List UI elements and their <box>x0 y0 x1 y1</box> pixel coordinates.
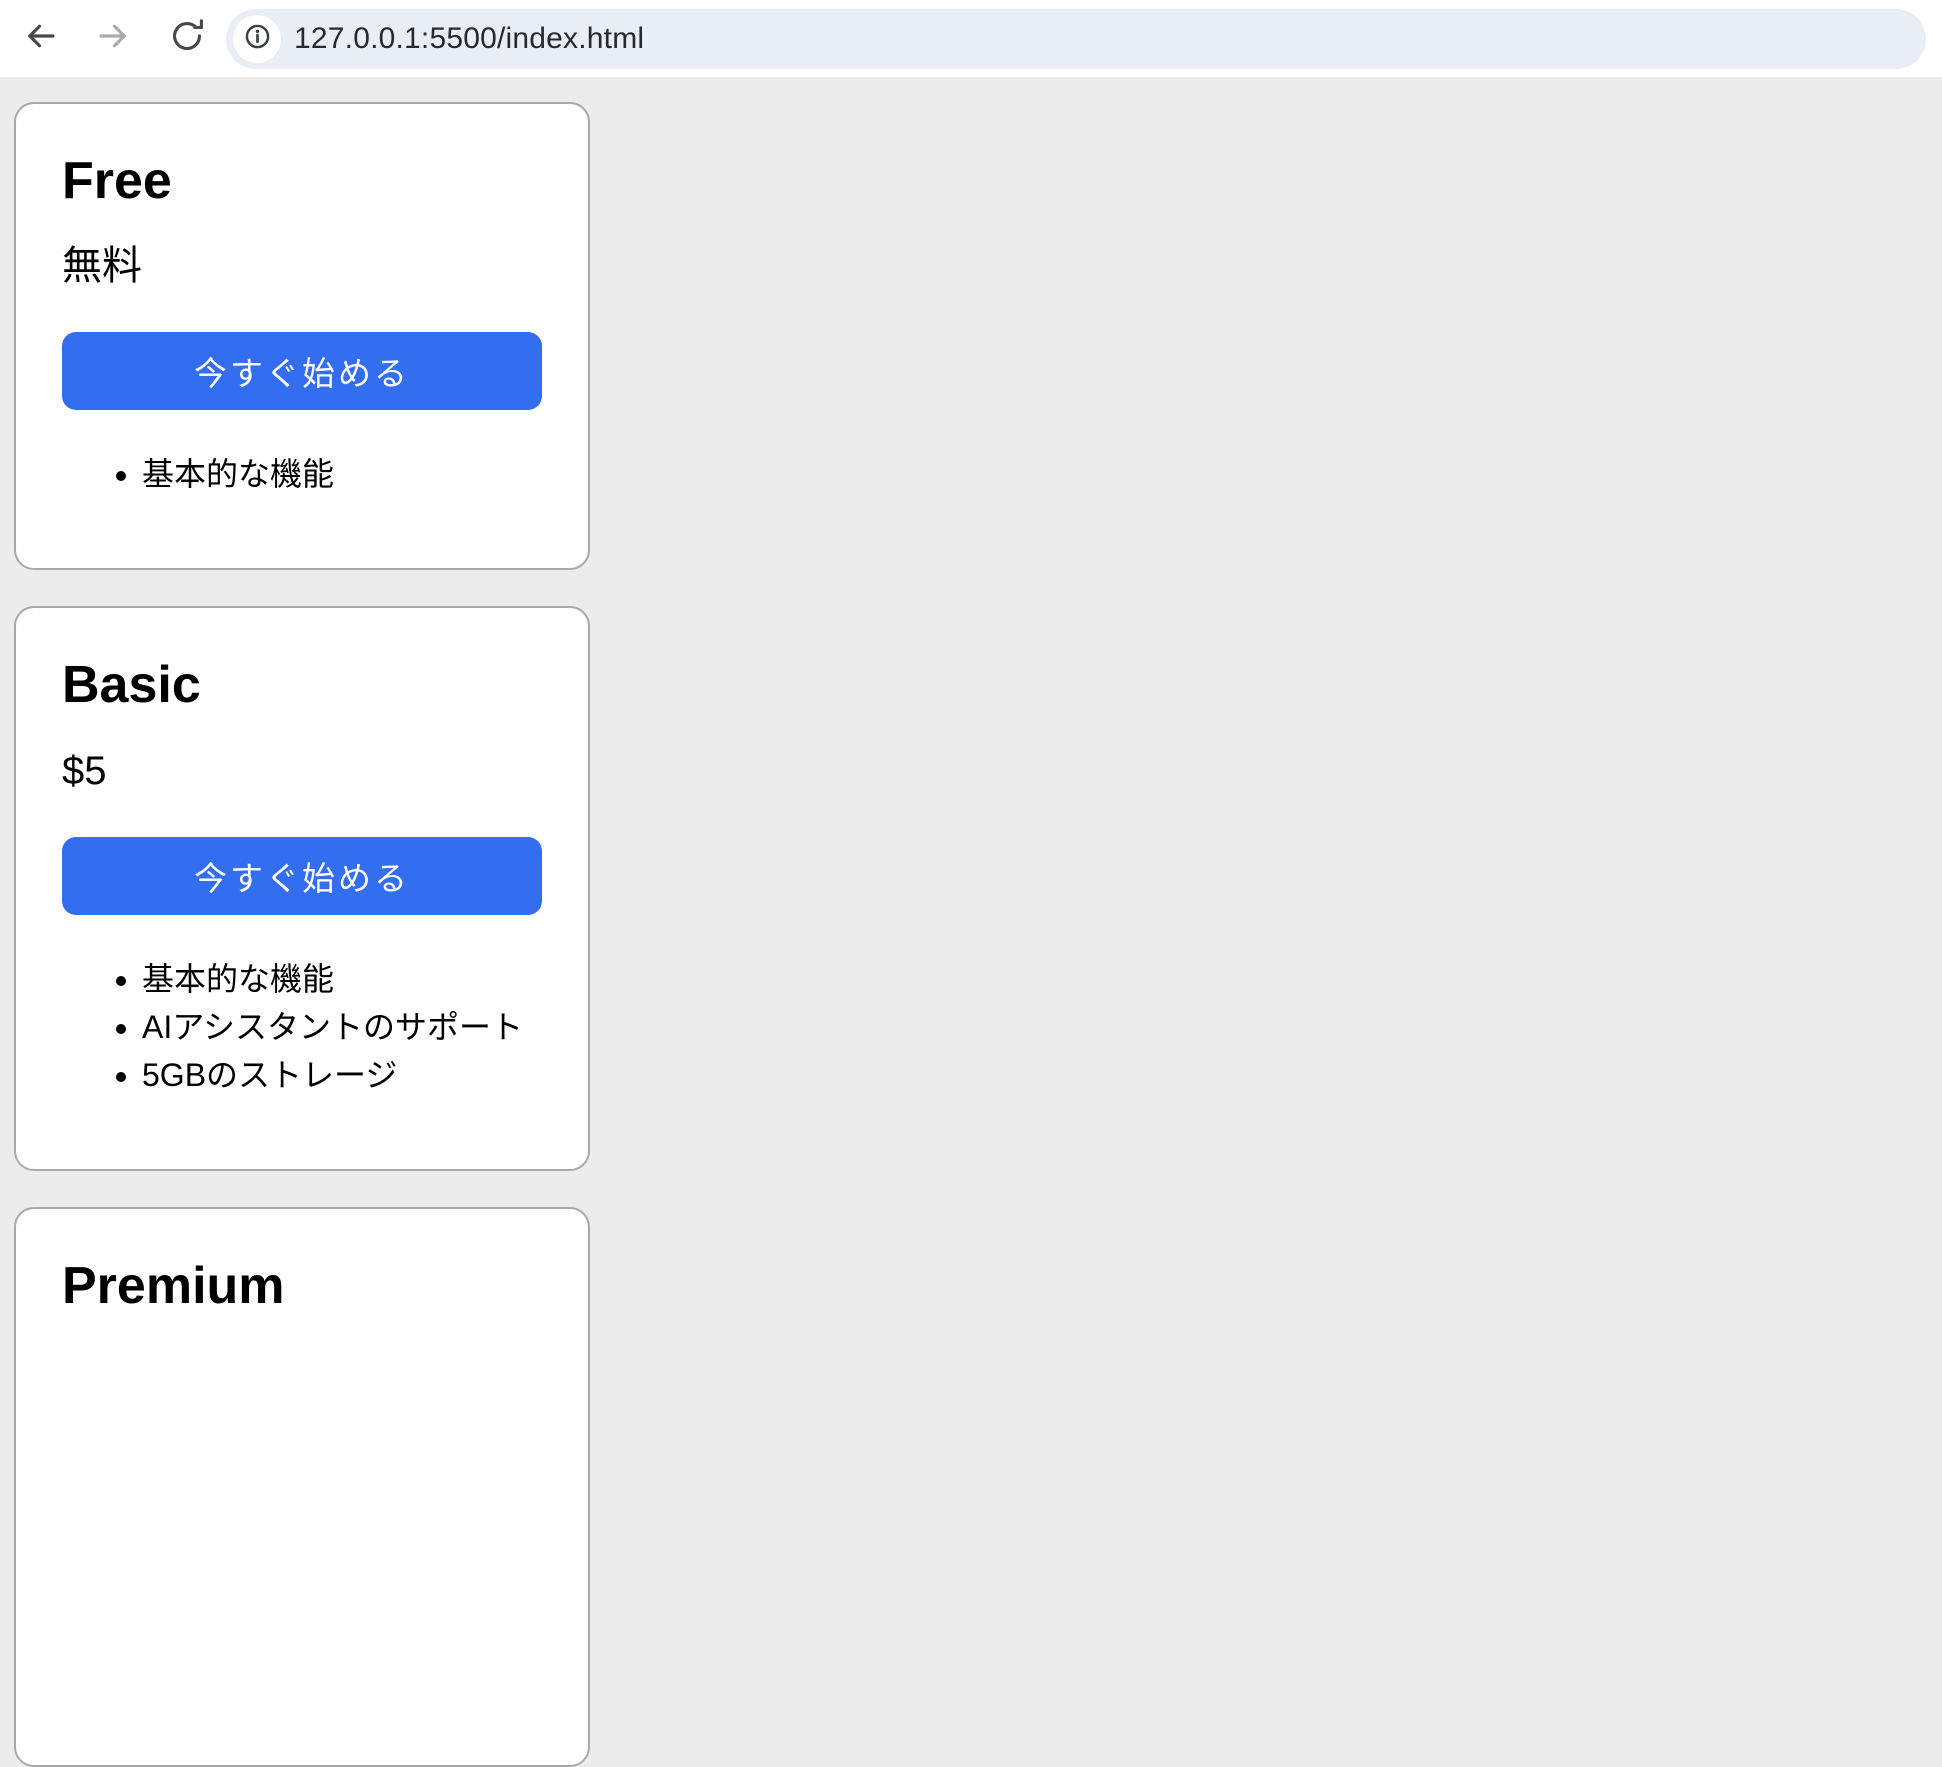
plan-name: Premium <box>62 1255 542 1317</box>
plan-price: $5 <box>62 747 542 795</box>
start-now-button[interactable]: 今すぐ始める <box>62 332 542 410</box>
url-text: 127.0.0.1:5500/index.html <box>294 22 644 56</box>
feature-list: 基本的な機能 <box>62 450 542 498</box>
plan-card-premium: Premium <box>14 1207 590 1767</box>
plan-name: Basic <box>62 654 542 716</box>
forward-button[interactable] <box>94 20 132 58</box>
reload-icon <box>169 18 205 59</box>
plan-price: 無料 <box>62 242 542 290</box>
feature-item: 基本的な機能 <box>142 450 542 498</box>
forward-arrow-icon <box>95 18 131 59</box>
browser-toolbar: 127.0.0.1:5500/index.html <box>0 0 1942 77</box>
start-now-button[interactable]: 今すぐ始める <box>62 837 542 915</box>
feature-item: 基本的な機能 <box>142 955 542 1003</box>
plan-name: Free <box>62 150 542 212</box>
back-arrow-icon <box>23 18 59 59</box>
plan-card-basic: Basic $5 今すぐ始める 基本的な機能 AIアシスタントのサポート 5GB… <box>14 606 590 1170</box>
back-button[interactable] <box>22 20 60 58</box>
pricing-page: Free 無料 今すぐ始める 基本的な機能 Basic $5 今すぐ始める 基本… <box>0 77 1942 1350</box>
reload-button[interactable] <box>168 20 206 58</box>
feature-list: 基本的な機能 AIアシスタントのサポート 5GBのストレージ <box>62 955 542 1099</box>
feature-item: AIアシスタントのサポート <box>142 1003 542 1051</box>
address-bar[interactable]: 127.0.0.1:5500/index.html <box>226 9 1926 69</box>
feature-item: 5GBのストレージ <box>142 1051 542 1099</box>
plan-card-free: Free 無料 今すぐ始める 基本的な機能 <box>14 102 590 570</box>
site-info-button[interactable] <box>233 15 281 63</box>
info-icon <box>244 23 271 55</box>
